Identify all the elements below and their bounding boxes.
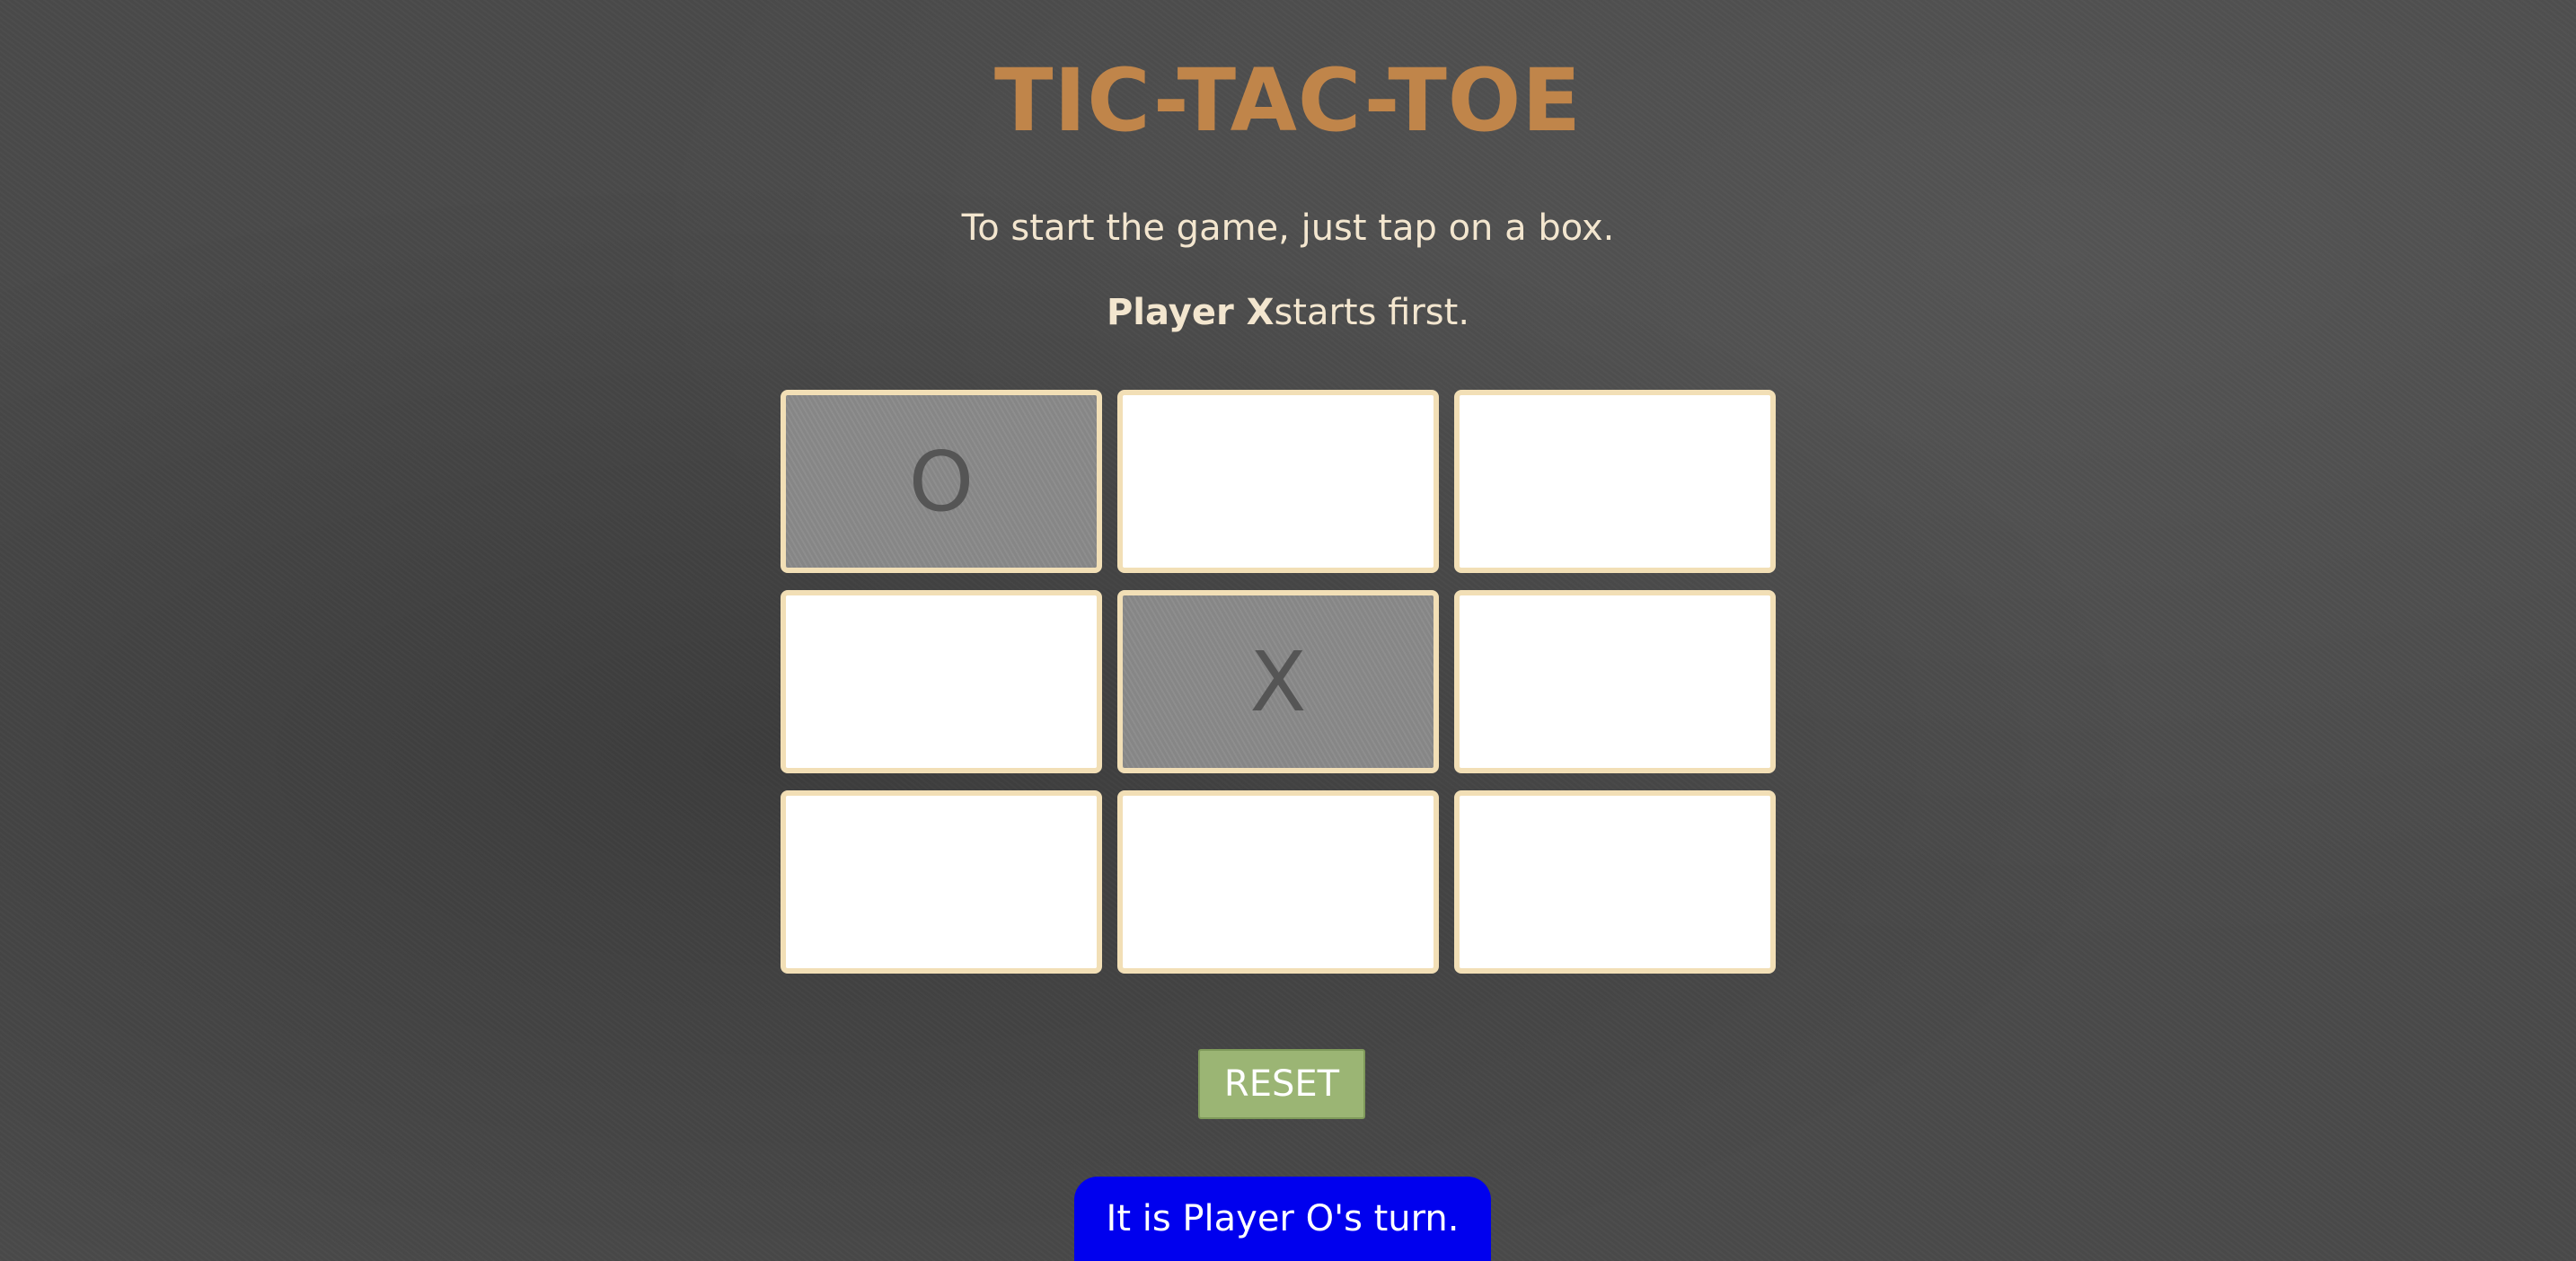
first-player-name: Player X xyxy=(1106,292,1275,333)
turn-status-banner: It is Player O's turn. xyxy=(1074,1177,1491,1261)
board-cell-6[interactable] xyxy=(1454,590,1776,773)
reset-button[interactable]: RESET xyxy=(1198,1049,1365,1119)
board-cell-5[interactable]: X xyxy=(1117,590,1439,773)
game-board: O X xyxy=(781,390,1785,983)
board-cell-3[interactable] xyxy=(1454,390,1776,573)
board-cell-4[interactable] xyxy=(781,590,1102,773)
board-cell-1[interactable]: O xyxy=(781,390,1102,573)
instruction-text: To start the game, just tap on a box. xyxy=(961,207,1615,249)
first-player-suffix: starts first. xyxy=(1274,292,1470,333)
board-cell-2[interactable] xyxy=(1117,390,1439,573)
board-cell-9[interactable] xyxy=(1454,790,1776,974)
game-title: TIC-TAC-TOE xyxy=(994,50,1582,151)
board-cell-7[interactable] xyxy=(781,790,1102,974)
first-player-text: Player Xstarts first. xyxy=(0,287,2576,338)
board-cell-8[interactable] xyxy=(1117,790,1439,974)
